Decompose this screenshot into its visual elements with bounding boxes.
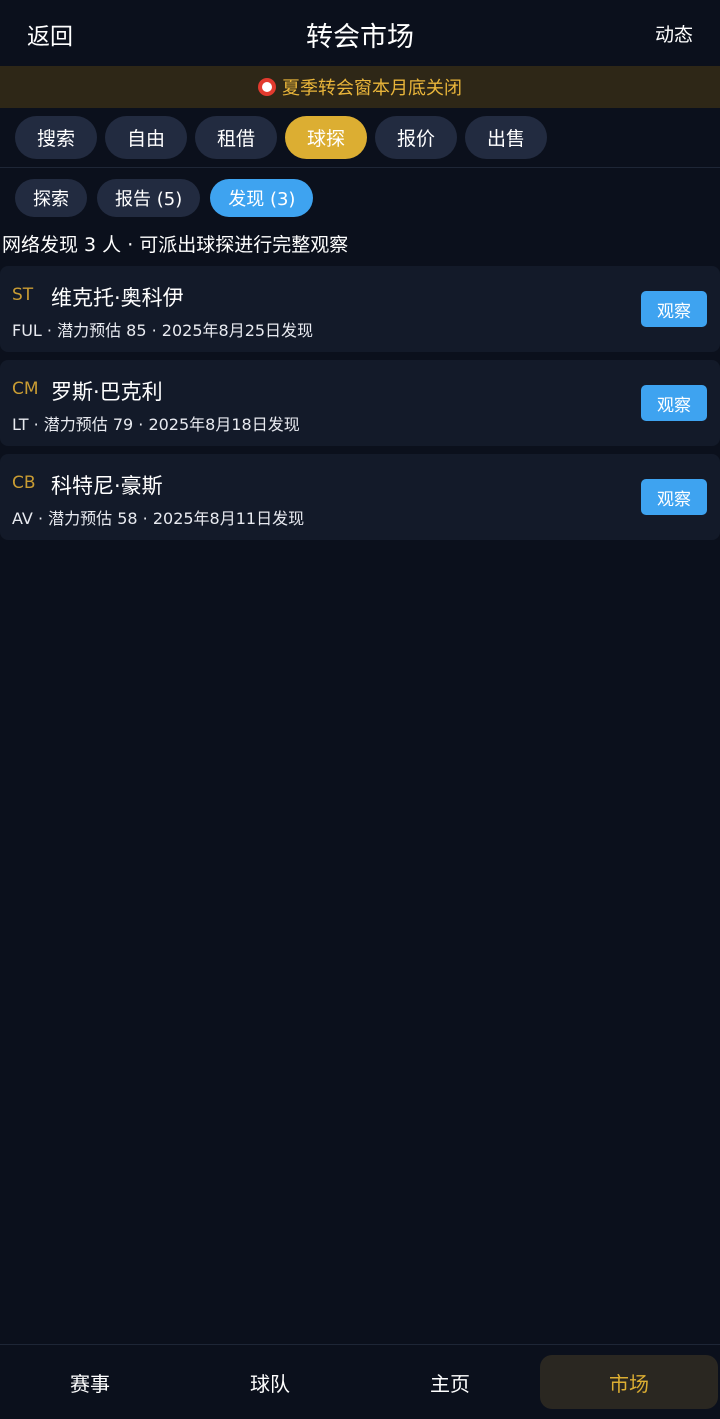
feed-button[interactable]: 动态 xyxy=(655,20,693,47)
transfer-window-banner: 夏季转会窗本月底关闭 xyxy=(0,66,720,108)
nav-market[interactable]: 市场 xyxy=(540,1355,718,1409)
subtab-reports[interactable]: 报告 (5) xyxy=(97,179,201,217)
player-name: 罗斯·巴克利 xyxy=(51,380,163,404)
page-title: 转会市场 xyxy=(306,22,414,53)
player-list: ST 维克托·奥科伊 FUL · 潜力预估 85 · 2025年8月25日发现 … xyxy=(0,266,720,548)
player-meta: AV · 潜力预估 58 · 2025年8月11日发现 xyxy=(12,509,305,528)
tab-scout[interactable]: 球探 xyxy=(285,116,367,159)
nav-matches[interactable]: 赛事 xyxy=(0,1355,180,1409)
player-meta: LT · 潜力预估 79 · 2025年8月18日发现 xyxy=(12,415,300,434)
tab-free[interactable]: 自由 xyxy=(105,116,187,159)
discovery-info: 网络发现 3 人 · 可派出球探进行完整观察 xyxy=(2,234,349,256)
player-position: ST xyxy=(12,285,34,305)
main-tab-bar: 搜索 自由 租借 球探 报价 出售 xyxy=(15,116,547,160)
tab-offers[interactable]: 报价 xyxy=(375,116,457,159)
nav-team[interactable]: 球队 xyxy=(180,1355,360,1409)
player-position: CM xyxy=(12,379,39,399)
tab-sell[interactable]: 出售 xyxy=(465,116,547,159)
subtab-explore[interactable]: 探索 xyxy=(15,179,87,217)
transfer-market-page: 返回 转会市场 动态 夏季转会窗本月底关闭 搜索 自由 租借 球探 报价 出售 … xyxy=(0,0,720,1419)
list-item: CB 科特尼·豪斯 AV · 潜力预估 58 · 2025年8月11日发现 观察 xyxy=(0,454,720,540)
player-meta: FUL · 潜力预估 85 · 2025年8月25日发现 xyxy=(12,321,314,340)
observe-button[interactable]: 观察 xyxy=(641,291,707,327)
nav-home[interactable]: 主页 xyxy=(360,1355,540,1409)
scout-sub-tabs: 探索 报告 (5) 发现 (3) xyxy=(15,179,314,217)
subtab-discovered[interactable]: 发现 (3) xyxy=(210,179,314,217)
list-item: CM 罗斯·巴克利 LT · 潜力预估 79 · 2025年8月18日发现 观察 xyxy=(0,360,720,446)
top-bar: 返回 转会市场 动态 xyxy=(0,0,720,66)
alarm-clock-icon xyxy=(258,78,276,96)
divider xyxy=(0,167,720,168)
banner-text: 夏季转会窗本月底关闭 xyxy=(282,78,462,99)
list-item: ST 维克托·奥科伊 FUL · 潜力预估 85 · 2025年8月25日发现 … xyxy=(0,266,720,352)
player-name: 科特尼·豪斯 xyxy=(51,474,163,498)
tab-loan[interactable]: 租借 xyxy=(195,116,277,159)
observe-button[interactable]: 观察 xyxy=(641,479,707,515)
tab-search[interactable]: 搜索 xyxy=(15,116,97,159)
observe-button[interactable]: 观察 xyxy=(641,385,707,421)
bottom-nav: 赛事 球队 主页 市场 xyxy=(0,1344,720,1419)
player-name: 维克托·奥科伊 xyxy=(51,286,184,310)
player-position: CB xyxy=(12,473,36,493)
